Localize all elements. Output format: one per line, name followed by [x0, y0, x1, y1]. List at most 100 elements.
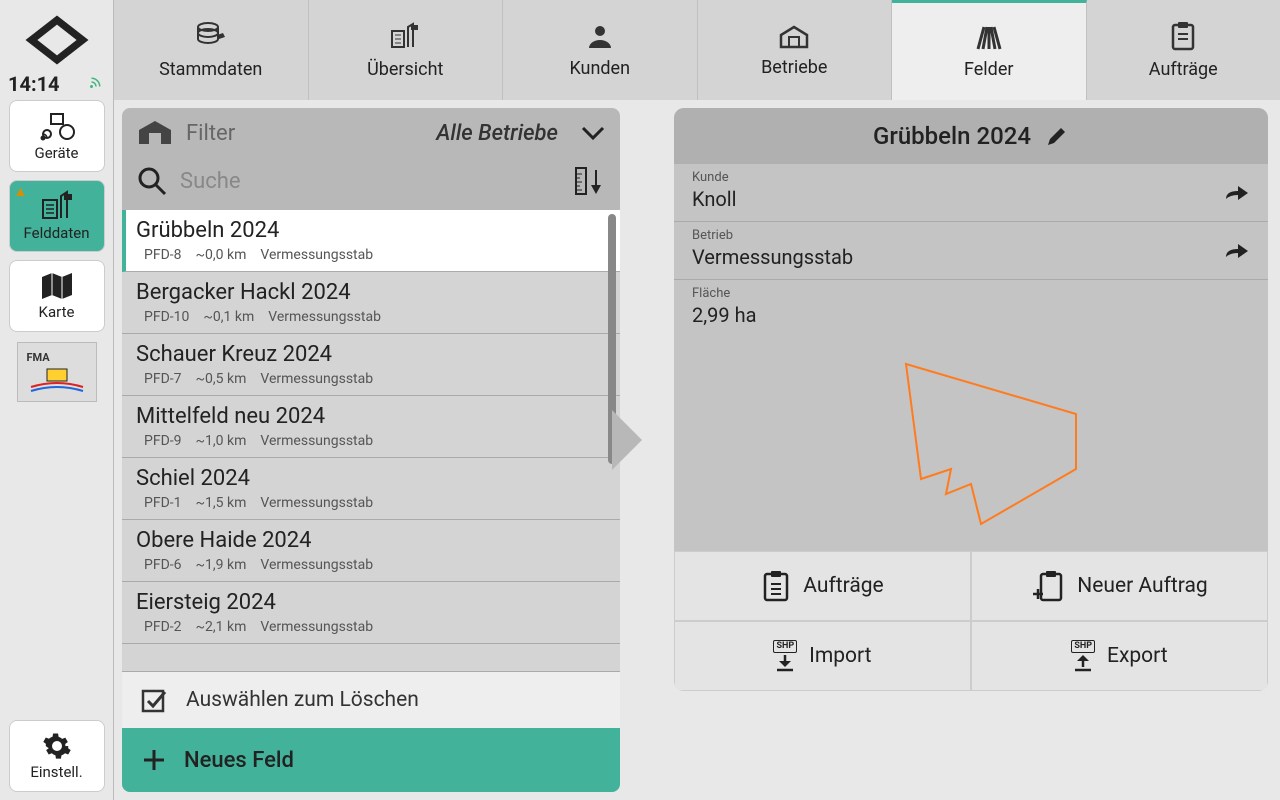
farm-filter-icon — [136, 118, 174, 148]
farm-value: Vermessungsstab — [692, 245, 1250, 269]
left-sidebar: 14:14 Geräte ▲ Felddaten Karte FMA — [0, 0, 114, 800]
field-item-source: Vermessungsstab — [260, 619, 373, 635]
export-icon: SHP — [1071, 640, 1095, 672]
filter-value: Alle Betriebe — [436, 121, 558, 146]
field-item-title: Grübbeln 2024 — [136, 218, 606, 243]
new-field-button[interactable]: Neues Feld — [122, 728, 620, 792]
fma-icon: FMA — [27, 352, 87, 393]
import-icon: SHP — [773, 640, 797, 672]
share-customer-icon[interactable] — [1224, 183, 1250, 203]
field-item-title: Schiel 2024 — [136, 466, 606, 491]
nav-fielddata-label: Felddaten — [24, 224, 90, 242]
edit-icon[interactable] — [1045, 124, 1069, 148]
orders-button[interactable]: Aufträge — [674, 551, 971, 621]
nav-fma[interactable]: FMA — [17, 342, 97, 402]
tab-auftraege[interactable]: Aufträge — [1087, 0, 1280, 100]
database-icon — [195, 21, 227, 51]
nav-settings[interactable]: Einstell. — [9, 720, 105, 792]
nav-devices-label: Geräte — [35, 144, 79, 162]
field-item-source: Vermessungsstab — [268, 309, 381, 325]
tab-stammdaten-label: Stammdaten — [159, 59, 262, 80]
field-list: Grübbeln 2024 PFD-8 ~0,0 km Vermessungsstab… — [122, 210, 620, 671]
import-button[interactable]: SHP Import — [674, 621, 971, 691]
farm-label: Betrieb — [692, 228, 1250, 243]
detail-title: Grübbeln 2024 — [873, 122, 1031, 150]
field-item-title: Obere Haide 2024 — [136, 528, 606, 553]
tractor-icon — [37, 110, 77, 142]
field-item-meta: PFD-9~1,0 kmVermessungsstab — [136, 433, 606, 449]
filter-row[interactable]: Filter Alle Betriebe — [122, 108, 620, 158]
tab-stammdaten[interactable]: Stammdaten — [114, 0, 309, 100]
export-button[interactable]: SHP Export — [971, 621, 1268, 691]
field-list-item[interactable]: Schiel 2024PFD-1~1,5 kmVermessungsstab — [122, 458, 620, 520]
field-item-meta: PFD-6~1,9 kmVermessungsstab — [136, 557, 606, 573]
field-list-item[interactable]: Grübbeln 2024PFD-8~0,0 kmVermessungsstab — [122, 210, 620, 272]
nav-map[interactable]: Karte — [9, 260, 105, 332]
field-item-source: Vermessungsstab — [260, 495, 373, 511]
field-item-source: Vermessungsstab — [260, 371, 373, 387]
field-item-distance: ~1,9 km — [196, 557, 247, 573]
content-row: Filter Alle Betriebe Grübbeln 2024 PFD-8 ~… — [114, 100, 1280, 800]
search-input[interactable] — [180, 169, 560, 194]
select-to-delete-button[interactable]: Auswählen zum Löschen — [122, 671, 620, 728]
field-detail-panel: Grübbeln 2024 Kunde Knoll Betrieb Vermes… — [674, 108, 1268, 792]
field-item-title: Mittelfeld neu 2024 — [136, 404, 606, 429]
detail-header: Grübbeln 2024 — [674, 108, 1268, 164]
field-item-distance: ~1,5 km — [196, 495, 247, 511]
tab-kunden[interactable]: Kunden — [503, 0, 698, 100]
tab-betriebe[interactable]: Betriebe — [698, 0, 893, 100]
field-list-item[interactable]: Eiersteig 2024PFD-2~2,1 kmVermessungssta… — [122, 582, 620, 644]
area-row: Fläche 2,99 ha — [674, 280, 1268, 337]
customer-row: Kunde Knoll — [674, 164, 1268, 222]
checkbox-icon — [140, 686, 170, 714]
nav-fielddata[interactable]: ▲ Felddaten — [9, 180, 105, 252]
clipboard-plus-icon — [1031, 570, 1065, 602]
new-field-label: Neues Feld — [184, 748, 294, 773]
area-value: 2,99 ha — [692, 303, 1250, 327]
main-area: Stammdaten Übersicht Kunden Betriebe Fel… — [114, 0, 1280, 800]
area-label: Fläche — [692, 286, 1250, 301]
field-item-title: Schauer Kreuz 2024 — [136, 342, 606, 367]
field-item-distance: ~2,1 km — [196, 619, 247, 635]
share-farm-icon[interactable] — [1224, 241, 1250, 261]
field-item-distance: ~0,1 km — [203, 309, 254, 325]
sort-distance-icon[interactable] — [572, 164, 606, 198]
export-label: Export — [1107, 644, 1168, 668]
field-item-meta: PFD-7~0,5 kmVermessungsstab — [136, 371, 606, 387]
field-item-meta: PFD-2~2,1 kmVermessungsstab — [136, 619, 606, 635]
field-item-meta: PFD-1~1,5 kmVermessungsstab — [136, 495, 606, 511]
tab-felder[interactable]: Felder — [892, 0, 1087, 100]
tab-uebersicht[interactable]: Übersicht — [309, 0, 504, 100]
nav-map-label: Karte — [39, 303, 75, 321]
tab-felder-label: Felder — [964, 59, 1013, 80]
field-item-title: Bergacker Hackl 2024 — [136, 280, 606, 305]
field-list-item[interactable]: Obere Haide 2024 PFD-6~1,9 kmVermessungss… — [122, 520, 620, 582]
chevron-down-icon — [580, 124, 606, 142]
new-order-button[interactable]: Neuer Auftrag — [971, 551, 1268, 621]
customer-value: Knoll — [692, 187, 1250, 211]
orders-label: Aufträge — [803, 574, 883, 598]
tab-uebersicht-label: Übersicht — [367, 59, 443, 80]
new-order-label: Neuer Auftrag — [1077, 574, 1207, 598]
map-icon — [40, 271, 74, 301]
field-item-title: Eiersteig 2024 — [136, 590, 606, 615]
field-item-id: PFD-10 — [144, 309, 189, 325]
detail-actions: Aufträge Neuer Auftrag SHP Import — [674, 551, 1268, 691]
gps-status-icon — [87, 73, 105, 91]
field-list-item[interactable]: Schauer Kreuz 2024 PFD-7~0,5 kmVermessung… — [122, 334, 620, 396]
clipboard-list-icon — [761, 570, 791, 602]
tab-kunden-label: Kunden — [569, 58, 630, 79]
nav-settings-label: Einstell. — [30, 763, 82, 781]
field-item-id: PFD-9 — [144, 433, 182, 449]
overview-icon — [388, 21, 422, 51]
field-list-item[interactable]: Mittelfeld neu 2024 PFD-9~1,0 kmVermessun… — [122, 396, 620, 458]
nav-devices[interactable]: Geräte — [9, 100, 105, 172]
field-list-item[interactable]: Bergacker Hackl 2024 PFD-10 ~0,1 km Vermess… — [122, 272, 620, 334]
person-icon — [585, 22, 615, 50]
arrow-indicator — [612, 410, 642, 470]
plus-icon — [140, 746, 168, 774]
field-item-distance: ~0,0 km — [196, 247, 247, 263]
search-row — [122, 158, 620, 210]
field-item-id: PFD-8 — [144, 247, 182, 263]
clipboard-icon — [1169, 21, 1197, 51]
